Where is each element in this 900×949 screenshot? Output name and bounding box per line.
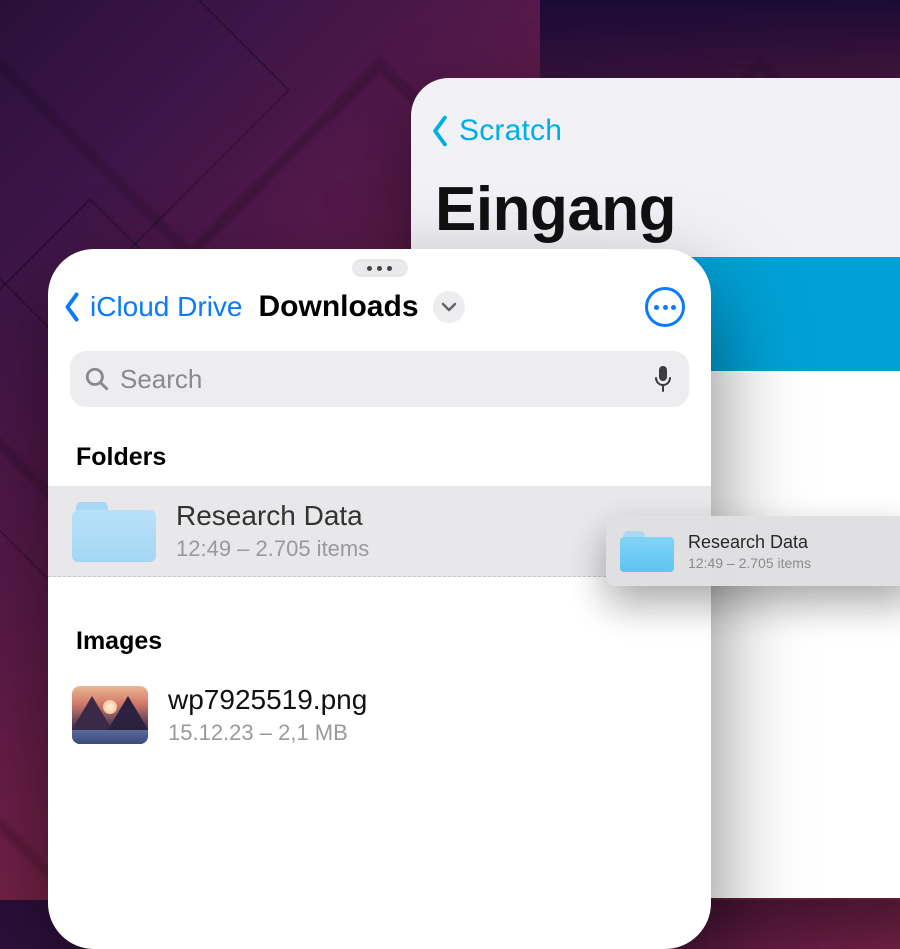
folder-row-text: Research Data 12:49 – 2.705 items xyxy=(176,500,661,562)
dynamic-island xyxy=(352,259,408,277)
back-button-label: iCloud Drive xyxy=(90,291,243,323)
image-thumbnail xyxy=(72,686,148,744)
folder-meta: 12:49 – 2.705 items xyxy=(176,536,661,562)
back-window-navbar: Scratch xyxy=(411,78,900,156)
files-app-window: iCloud Drive Downloads Search Folders Re… xyxy=(48,249,711,949)
back-window-back-link[interactable]: Scratch xyxy=(459,114,562,148)
more-icon xyxy=(654,305,659,310)
image-name: wp7925519.png xyxy=(168,684,695,716)
folder-name: Research Data xyxy=(176,500,661,532)
drag-preview-meta: 12:49 – 2.705 items xyxy=(688,555,900,571)
more-options-button[interactable] xyxy=(645,287,685,327)
section-header-images: Images xyxy=(48,577,711,670)
mic-icon[interactable] xyxy=(653,365,673,393)
image-row[interactable]: wp7925519.png 15.12.23 – 2,1 MB xyxy=(48,670,711,760)
chevron-down-icon xyxy=(441,302,457,312)
drag-preview: Research Data 12:49 – 2.705 items xyxy=(606,516,900,586)
folder-icon xyxy=(72,500,156,562)
image-meta: 15.12.23 – 2,1 MB xyxy=(168,720,695,746)
chevron-left-icon[interactable] xyxy=(429,114,451,148)
page-title: Downloads xyxy=(259,290,419,324)
image-row-text: wp7925519.png 15.12.23 – 2,1 MB xyxy=(168,684,695,746)
search-icon xyxy=(84,366,110,392)
search-input[interactable]: Search xyxy=(70,351,689,407)
search-placeholder: Search xyxy=(120,364,643,395)
drag-preview-name: Research Data xyxy=(688,532,900,553)
back-window-title: Eingang xyxy=(411,156,900,257)
title-dropdown-button[interactable] xyxy=(433,291,465,323)
folder-icon xyxy=(620,530,674,572)
section-header-folders: Folders xyxy=(48,407,711,486)
chevron-left-icon xyxy=(62,291,82,323)
back-button[interactable]: iCloud Drive xyxy=(62,291,243,323)
